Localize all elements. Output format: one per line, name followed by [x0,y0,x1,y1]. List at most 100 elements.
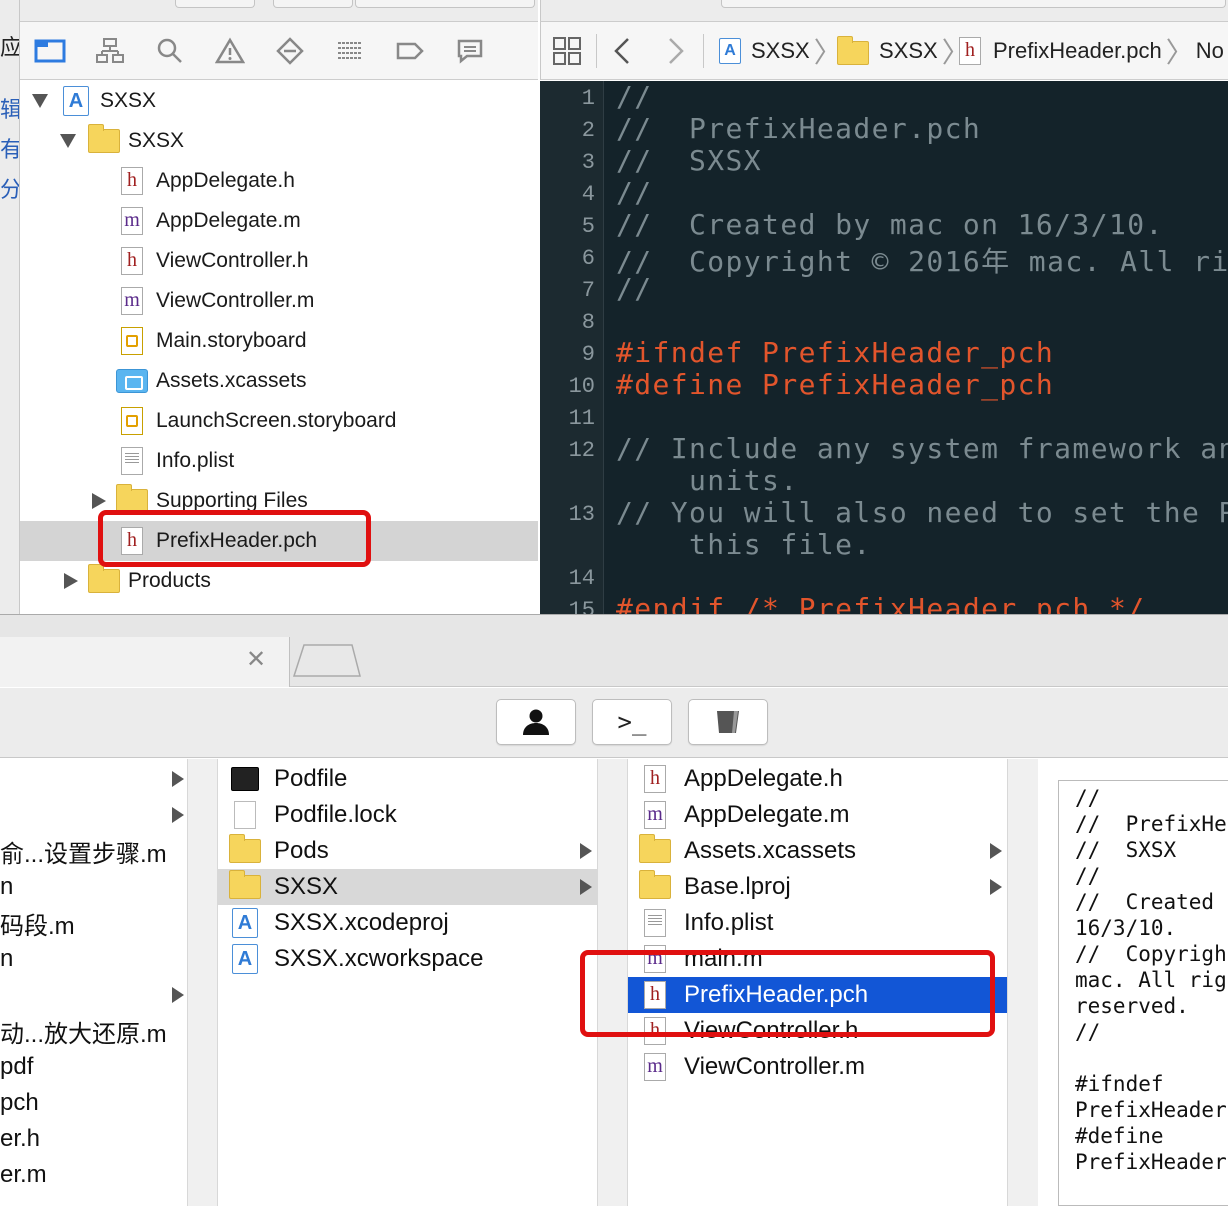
folder-icon [88,564,120,595]
disclosure-triangle-icon[interactable] [32,94,48,108]
chevron-right-icon[interactable] [172,987,184,1003]
line-number: 1 [581,86,595,111]
finder-row[interactable]: pch [0,1085,187,1121]
header-file-icon: h [638,763,672,795]
navigator-row[interactable]: LaunchScreen.storyboard [20,401,538,441]
column-resize-gutter[interactable] [188,759,218,1206]
chevron-right-icon[interactable] [172,771,184,787]
breadcrumb-project[interactable]: A SXSX 〉 [719,22,842,80]
breadcrumb-file-label: PrefixHeader.pch [993,38,1162,63]
new-tab-button[interactable] [292,643,362,682]
finder-row[interactable] [0,761,187,797]
blank-file-icon [228,799,262,831]
background-window-strip: 应辑有分 [0,0,20,614]
chevron-right-icon[interactable] [580,879,592,895]
finder-row[interactable]: A SXSX.xcworkspace [218,941,597,977]
finder-row-label: Base.lproj [684,873,791,900]
finder-row[interactable]: er.m [0,1157,187,1193]
finder-row-label: pch [0,1089,39,1116]
finder-row[interactable]: Podfile [218,761,597,797]
finder-row[interactable]: n [0,869,187,905]
line-number: 7 [581,278,595,303]
finder-row[interactable]: Info.plist [628,905,1007,941]
preview-line: #define [1075,1124,1164,1148]
finder-row[interactable]: 俞...设置步骤.m [0,833,187,869]
chevron-right-icon[interactable] [990,879,1002,895]
finder-column-2: Podfile Podfile.lock Pods SXSX A SXSX.xcodepr… [218,759,598,1206]
back-arrow-icon[interactable] [613,22,631,80]
navigator-row[interactable]: m ViewController.m [20,281,538,321]
disclosure-triangle-icon[interactable] [92,493,106,509]
navigator-row-label: AppDelegate.h [156,169,295,192]
source-file-icon: m [116,207,148,235]
navigator-row[interactable]: Products [20,561,538,601]
finder-row[interactable]: A SXSX.xcodeproj [218,905,597,941]
finder-row[interactable]: m AppDelegate.m [628,797,1007,833]
terminal-button[interactable]: >_ [592,699,672,745]
finder-row[interactable] [0,797,187,833]
project-navigator-icon[interactable] [20,22,80,80]
preview-line: // Copyrigh [1075,942,1227,966]
test-navigator-icon[interactable] [260,22,320,80]
line-number: 4 [581,182,595,207]
navigator-row[interactable]: Info.plist [20,441,538,481]
navigator-row[interactable]: h ViewController.h [20,241,538,281]
finder-row[interactable]: Assets.xcassets [628,833,1007,869]
header-file-icon: h [116,167,148,195]
issue-navigator-icon[interactable] [200,22,260,80]
finder-row-label: AppDelegate.m [684,801,850,828]
preview-line: // PrefixHe [1075,812,1227,836]
finder-row-label: 俞...设置步骤.m [0,840,167,868]
chevron-right-icon[interactable] [172,807,184,823]
disclosure-triangle-icon[interactable] [60,134,76,148]
folder-icon [228,834,262,867]
breadcrumb-separator: 〉 [1165,37,1194,68]
finder-row[interactable]: m ViewController.m [628,1049,1007,1085]
finder-row[interactable]: h AppDelegate.h [628,761,1007,797]
finder-row[interactable]: Podfile.lock [218,797,597,833]
source-editor[interactable]: //// PrefixHeader.pch// SXSX//// Created… [604,81,1228,614]
navigator-row[interactable]: SXSX [20,121,538,161]
breadcrumb-folder[interactable]: SXSX 〉 [837,22,970,80]
navigator-row[interactable]: Assets.xcassets [20,361,538,401]
disclosure-triangle-icon[interactable] [64,573,78,589]
finder-row[interactable]: Base.lproj [628,869,1007,905]
close-tab-icon[interactable]: ✕ [246,645,266,674]
column-resize-gutter[interactable] [1008,759,1038,1206]
symbol-navigator-icon[interactable] [80,22,140,80]
finder-row-label: Assets.xcassets [684,837,857,864]
line-number: 12 [568,438,595,463]
finder-row[interactable]: er.h [0,1121,187,1157]
finder-row-label: 码段.m [0,912,75,940]
finder-row[interactable]: pdf [0,1049,187,1085]
chevron-right-icon[interactable] [580,843,592,859]
breakpoint-navigator-icon[interactable] [380,22,440,80]
preview-line: // SXSX [1075,838,1177,862]
finder-row[interactable]: n [0,941,187,977]
navigator-row[interactable]: A SXSX [20,81,538,121]
preview-line: mac. All rig [1075,968,1227,992]
breadcrumb-file[interactable]: h PrefixHeader.pch 〉 No [959,22,1224,80]
related-items-icon[interactable] [553,22,581,80]
finder-row-label: er.m [0,1161,47,1188]
person-button[interactable] [496,699,576,745]
finder-row[interactable]: Pods [218,833,597,869]
navigator-row[interactable]: Main.storyboard [20,321,538,361]
xcode-project-icon: A [228,907,262,939]
source-file-icon: m [638,1051,672,1083]
debug-navigator-icon[interactable] [320,22,380,80]
line-number: 14 [568,566,595,591]
navigator-row[interactable]: m AppDelegate.m [20,201,538,241]
chevron-right-icon[interactable] [990,843,1002,859]
finder-row[interactable]: 动...放大还原.m [0,1013,187,1049]
navigator-row-label: ViewController.h [156,249,309,272]
finder-row[interactable]: 码段.m [0,905,187,941]
navigator-row[interactable]: h AppDelegate.h [20,161,538,201]
find-navigator-icon[interactable] [140,22,200,80]
forward-arrow-icon[interactable] [667,22,685,80]
finder-row[interactable]: SXSX [218,869,597,905]
terminal-file-icon [228,763,262,795]
finder-row[interactable] [0,977,187,1013]
sidebar-button[interactable] [688,699,768,745]
report-navigator-icon[interactable] [440,22,500,80]
